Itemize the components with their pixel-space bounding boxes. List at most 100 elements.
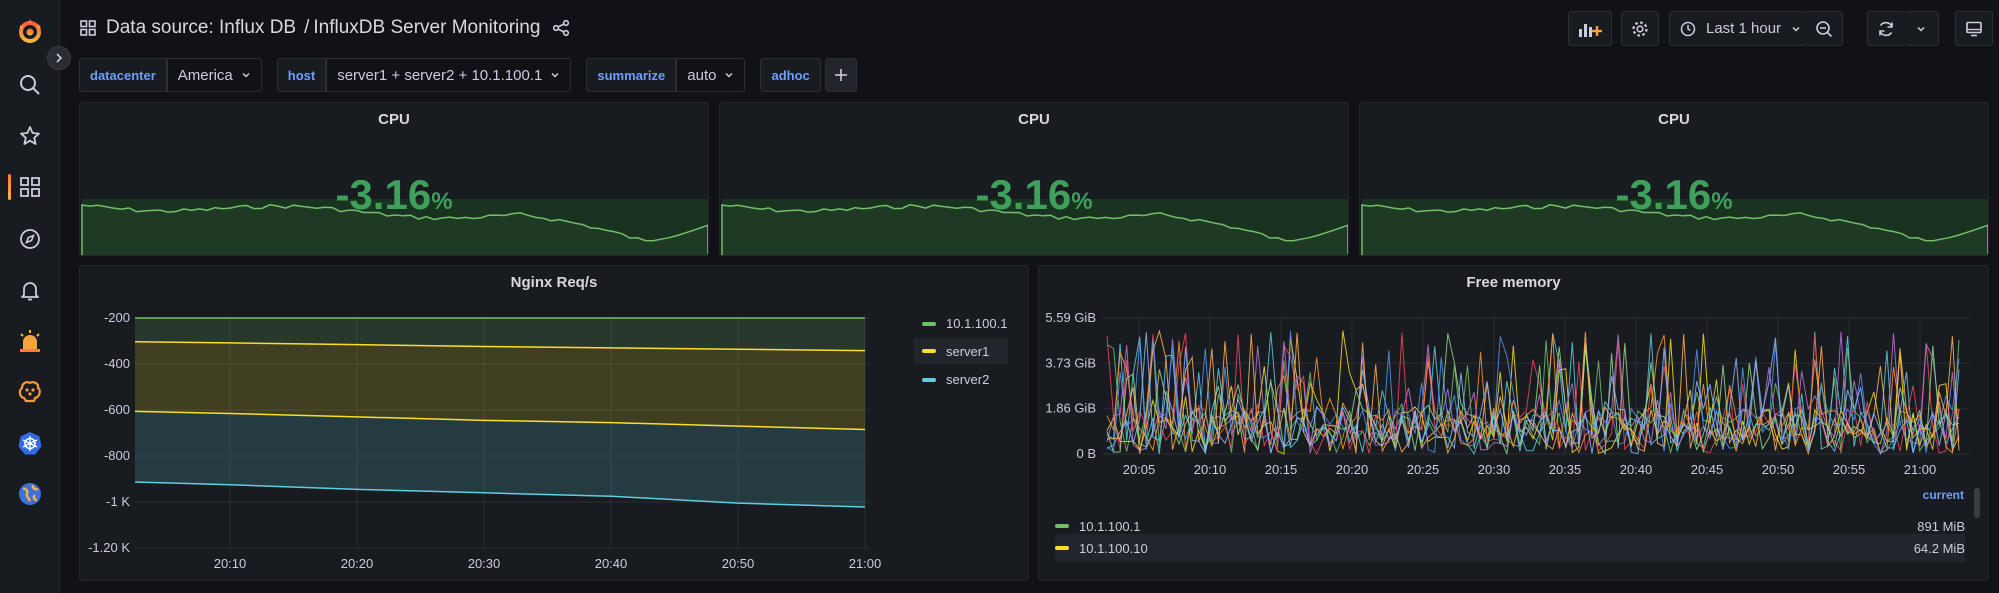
stat-unit: % [1071, 188, 1093, 215]
star-icon[interactable] [13, 119, 47, 153]
bell-icon[interactable] [13, 273, 47, 307]
variable-label-host: host [276, 58, 327, 92]
legend-label: 10.1.100.10 [1079, 540, 1148, 556]
chevron-down-icon [242, 72, 250, 78]
legend-item-10-1-100-10[interactable]: 10.1.100.10 64.2 MiB [1055, 534, 1965, 562]
stat-panel-cpu-3[interactable]: CPU -3.16% [1359, 102, 1989, 256]
y-tick-label: -400 [104, 356, 130, 371]
breadcrumb-datasource[interactable]: Data source: Influx DB [106, 17, 296, 39]
time-range-label: Last 1 hour [1706, 20, 1782, 37]
variable-label-summarize: summarize [586, 58, 677, 92]
x-tick-label: 20:50 [1762, 462, 1795, 477]
stat-number: -3.16 [1615, 171, 1712, 218]
stat-number: -3.16 [975, 171, 1072, 218]
legend-label: 10.1.100.1 [946, 316, 1008, 331]
dashboard-navbar: Data source: Influx DB / InfluxDB Server… [60, 0, 1999, 58]
share-icon[interactable] [552, 19, 570, 37]
y-tick-label: -1.20 K [88, 540, 130, 555]
variable-value-datacenter: America [177, 66, 233, 84]
x-tick-label: 20:50 [722, 556, 755, 571]
legend-header-current[interactable]: current [1923, 488, 1964, 502]
refresh-button[interactable] [1867, 11, 1905, 46]
sidebar-expand-button[interactable] [47, 46, 71, 70]
chevron-down-icon [551, 72, 559, 78]
clock-icon [1680, 21, 1696, 36]
variable-value-summarize: auto [687, 66, 717, 84]
zoom-out-icon [1815, 20, 1832, 37]
dashboard-grid-icon [80, 20, 96, 36]
legend-swatch [922, 321, 936, 326]
stat-number: -3.16 [335, 171, 432, 218]
ml-brain-icon[interactable] [13, 374, 47, 408]
legend-current-value: 891 MiB [1917, 518, 1965, 534]
dashboard-name[interactable]: InfluxDB Server Monitoring [313, 17, 540, 39]
legend-label: server2 [946, 372, 990, 387]
compass-icon[interactable] [13, 222, 47, 256]
variable-value-host: server1 + server2 + 10.1.100.1 [337, 66, 543, 84]
legend-item-10-1-100-1[interactable]: 10.1.100.1 [922, 316, 1007, 331]
search-icon[interactable] [13, 68, 47, 102]
legend-current-value: 64.2 MiB [1913, 540, 1965, 556]
variable-select-summarize[interactable]: auto [676, 58, 746, 92]
y-tick-label: -200 [104, 310, 130, 325]
variable-select-host[interactable]: server1 + server2 + 10.1.100.1 [326, 58, 572, 92]
dashboards-icon[interactable] [13, 170, 47, 204]
y-tick-label: 5.59 GiB [1045, 310, 1096, 325]
x-tick-label: 20:10 [1194, 462, 1227, 477]
breadcrumb-separator: / [304, 17, 310, 38]
stat-panel-cpu-1[interactable]: CPU -3.16% [79, 102, 709, 256]
oncall-alarm-icon[interactable] [13, 324, 47, 358]
grafana-logo-icon[interactable] [13, 14, 47, 48]
x-tick-label: 21:00 [849, 556, 882, 571]
add-panel-button[interactable] [1568, 11, 1612, 46]
y-tick-label: -800 [104, 448, 130, 463]
variable-label-datacenter: datacenter [79, 58, 167, 92]
gear-icon [1632, 20, 1648, 37]
y-tick-label: 0 B [1076, 446, 1096, 461]
add-panel-icon [1579, 23, 1602, 37]
x-tick-label: 20:35 [1549, 462, 1582, 477]
x-tick-label: 20:05 [1123, 462, 1156, 477]
y-tick-label: -600 [104, 402, 130, 417]
free-memory-panel[interactable]: Free memory 5.59 GiB 3.73 GiB 1.86 GiB 0 B2… [1038, 265, 1989, 581]
zoom-out-button[interactable] [1805, 11, 1843, 46]
stat-panel-cpu-2[interactable]: CPU -3.16% [719, 102, 1349, 256]
adhoc-add-filter-button[interactable] [824, 58, 857, 92]
dashboard-title: Data source: Influx DB / InfluxDB Server… [80, 17, 570, 39]
legend-label: 10.1.100.1 [1079, 518, 1141, 534]
x-tick-label: 20:20 [341, 556, 374, 571]
nginx-req-panel[interactable]: Nginx Req/s -200 -400 -600 -800 -1 K -1.20 K2… [79, 265, 1029, 581]
kubernetes-icon[interactable] [13, 426, 47, 460]
x-tick-label: 20:55 [1833, 462, 1866, 477]
tv-mode-button[interactable] [1955, 11, 1993, 46]
template-variables: datacenter America host server1 + server… [79, 58, 872, 93]
refresh-interval-dropdown[interactable] [1904, 11, 1939, 46]
x-tick-label: 20:25 [1407, 462, 1440, 477]
sidebar [0, 0, 60, 593]
legend-item-server1[interactable]: server1 [914, 338, 1008, 364]
synthetic-globe-icon[interactable] [13, 477, 47, 511]
x-tick-label: 20:40 [1620, 462, 1653, 477]
monitor-icon [1966, 21, 1982, 36]
legend-item-server2[interactable]: server2 [922, 372, 989, 387]
legend-swatch [922, 349, 936, 353]
legend-swatch [1055, 546, 1069, 550]
legend-scrollbar[interactable] [1974, 488, 1980, 518]
legend-swatch [1055, 524, 1069, 528]
chevron-down-icon [1792, 26, 1800, 32]
legend-swatch [922, 377, 936, 382]
stat-value: -3.16% [720, 171, 1348, 219]
y-tick-label: 3.73 GiB [1045, 355, 1096, 370]
variable-select-datacenter[interactable]: America [166, 58, 262, 92]
time-picker-button[interactable]: Last 1 hour [1669, 11, 1806, 46]
legend-label: server1 [946, 343, 990, 359]
nginx-chart: -200 -400 -600 -800 -1 K -1.20 K 20:10 20:20 20:… [88, 310, 882, 571]
y-tick-label: -1 K [106, 494, 130, 509]
x-tick-label: 20:10 [214, 556, 247, 571]
x-tick-label: 20:30 [1478, 462, 1511, 477]
dashboard-settings-button[interactable] [1621, 11, 1659, 46]
y-tick-label: 1.86 GiB [1045, 401, 1096, 416]
x-tick-label: 20:20 [1336, 462, 1369, 477]
variable-label-adhoc: adhoc [760, 58, 821, 92]
x-tick-label: 20:15 [1265, 462, 1298, 477]
